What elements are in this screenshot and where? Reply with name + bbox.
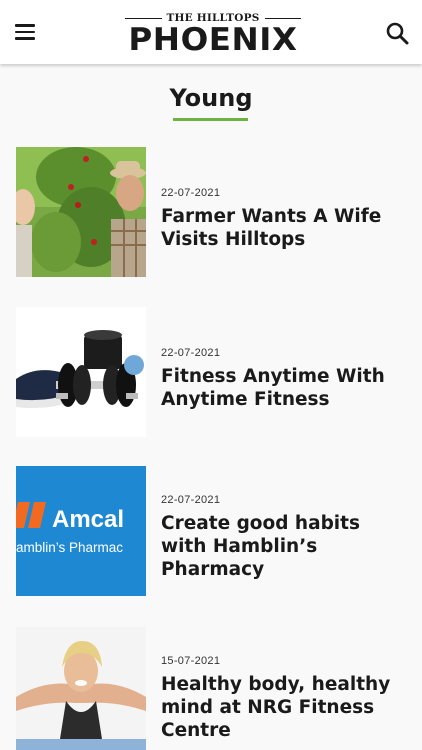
article-meta: 22-07-2021 Farmer Wants A Wife Visits Hi… — [161, 187, 401, 251]
article-headline[interactable]: Create good habits with Hamblin’s Pharma… — [161, 512, 401, 581]
farmer-photo-image — [16, 147, 146, 277]
article-date: 22-07-2021 — [161, 494, 221, 506]
main-content: Young 22-07-2021 Farmer Wants A Wife Vis… — [0, 64, 422, 750]
thumb-subtitle-text: amblin’s Pharmac — [16, 540, 124, 555]
article-headline[interactable]: Fitness Anytime With Anytime Fitness — [161, 365, 401, 411]
article-headline[interactable]: Farmer Wants A Wife Visits Hilltops — [161, 205, 401, 251]
search-button[interactable] — [384, 20, 412, 48]
menu-button[interactable] — [10, 17, 40, 47]
article-thumbnail[interactable] — [16, 627, 146, 750]
hamburger-menu-icon — [15, 24, 35, 27]
search-icon — [386, 22, 409, 45]
logo-wordmark: PHOENIX — [128, 22, 298, 58]
section-title-underline — [173, 118, 248, 121]
logo-rule-left — [125, 17, 162, 19]
article-thumbnail[interactable] — [16, 307, 146, 437]
article-meta: 22-07-2021 Fitness Anytime With Anytime … — [161, 347, 401, 411]
article-date: 15-07-2021 — [161, 655, 221, 667]
article-card[interactable]: 22-07-2021 Fitness Anytime With Anytime … — [16, 307, 406, 437]
thumb-brand-text: Amcal — [52, 506, 125, 533]
logo-rule-right — [264, 17, 302, 19]
hamburger-line — [15, 30, 35, 34]
article-meta: 22-07-2021 Create good habits with Hambl… — [161, 494, 401, 581]
article-card[interactable]: Amcal amblin’s Pharmac 22-07-2021 Create… — [16, 466, 406, 596]
article-headline[interactable]: Healthy body, healthy mind at NRG Fitnes… — [161, 673, 401, 742]
article-thumbnail[interactable] — [16, 147, 146, 277]
article-date: 22-07-2021 — [161, 347, 221, 359]
article-card[interactable]: 15-07-2021 Healthy body, healthy mind at… — [16, 627, 406, 750]
article-meta: 15-07-2021 Healthy body, healthy mind at… — [161, 655, 401, 742]
site-logo[interactable]: THE HILLTOPS PHOENIX — [120, 11, 306, 57]
fitness-dumbbells-image — [16, 307, 146, 437]
article-date: 22-07-2021 — [161, 187, 221, 199]
article-thumbnail[interactable]: Amcal amblin’s Pharmac — [16, 466, 146, 596]
fitness-woman-image — [16, 627, 146, 750]
app-header: THE HILLTOPS PHOENIX — [0, 0, 422, 64]
article-card[interactable]: 22-07-2021 Farmer Wants A Wife Visits Hi… — [16, 147, 406, 277]
hamburger-line — [15, 37, 35, 40]
section-title: Young — [169, 84, 253, 112]
